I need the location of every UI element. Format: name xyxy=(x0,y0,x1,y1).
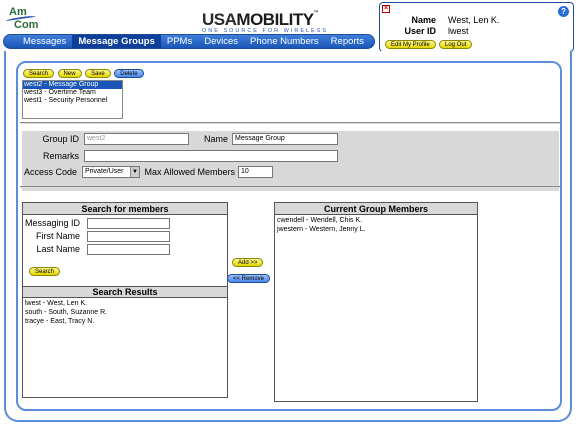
group-id-field: west2 xyxy=(84,133,189,145)
name-field[interactable]: Message Group xyxy=(232,133,338,145)
usa-logo-text-b: MOBILITY xyxy=(236,10,314,29)
nav-devices[interactable]: Devices xyxy=(198,35,244,48)
search-results-title: Search Results xyxy=(23,286,227,298)
list-item[interactable]: west1 - Security Personnel xyxy=(23,97,122,105)
access-code-label: Access Code xyxy=(23,167,77,177)
divider xyxy=(20,122,560,124)
list-item[interactable]: south - South, Suzanne R. xyxy=(25,308,227,317)
search-members-panel: Search for members Messaging ID First Na… xyxy=(22,202,228,398)
last-name-field[interactable] xyxy=(87,244,170,255)
help-icon[interactable]: ? xyxy=(558,6,569,17)
list-item[interactable]: west3 - Overtime Team xyxy=(23,89,122,97)
close-icon[interactable]: × xyxy=(382,5,390,13)
user-name-label: Name xyxy=(411,15,436,25)
main-nav: Messages Message Groups PPMs Devices Pho… xyxy=(3,34,375,49)
chevron-down-icon[interactable]: ▼ xyxy=(130,167,139,177)
remarks-label: Remarks xyxy=(42,151,79,161)
list-item[interactable]: cwendell - Wendell, Chis K. xyxy=(277,216,477,225)
delete-button[interactable]: Delete xyxy=(114,69,144,78)
max-members-field[interactable]: 10 xyxy=(238,166,273,178)
name-label: Name xyxy=(203,134,228,144)
access-code-select[interactable]: Private/User ▼ xyxy=(82,166,140,178)
list-item[interactable]: west2 - Message Group xyxy=(23,81,122,89)
search-button[interactable]: Search xyxy=(23,69,55,78)
group-list[interactable]: west2 - Message Group west3 - Overtime T… xyxy=(22,80,123,119)
nav-ppms[interactable]: PPMs xyxy=(161,35,198,48)
toolbar: Search New Save Delete xyxy=(23,67,145,78)
list-item[interactable]: tracye - East, Tracy N. xyxy=(25,317,227,326)
group-detail-form: Group ID west2 Name Message Group Remark… xyxy=(22,131,559,191)
list-item[interactable]: jwestern - Western, Jenny L. xyxy=(277,225,477,234)
amcom-logo: Am Com xyxy=(5,6,46,34)
remarks-field[interactable] xyxy=(84,150,338,162)
usamobility-logo: USAMOBILITY™ ONE SOURCE FOR WIRELESS xyxy=(202,10,352,36)
user-id-value: lwest xyxy=(448,26,469,36)
save-button[interactable]: Save xyxy=(85,69,111,78)
search-members-title: Search for members xyxy=(23,203,227,215)
messaging-id-field[interactable] xyxy=(87,218,170,229)
current-members-panel: Current Group Members cwendell - Wendell… xyxy=(274,202,478,402)
nav-messages[interactable]: Messages xyxy=(17,35,72,48)
search-results-list[interactable]: lwest - West, Len K. south - South, Suza… xyxy=(23,299,227,397)
current-members-list[interactable]: cwendell - Wendell, Chis K. jwestern - W… xyxy=(275,216,477,234)
member-search-button[interactable]: Search xyxy=(29,267,61,276)
first-name-label: First Name xyxy=(35,231,80,241)
amcom-logo-com: Com xyxy=(14,19,39,31)
user-id-label: User ID xyxy=(404,26,436,36)
user-info-box: × ? Name West, Len K. User ID lwest Edit… xyxy=(379,2,574,52)
divider xyxy=(20,186,560,188)
add-member-button[interactable]: Add >> xyxy=(232,258,264,267)
content-panel: Search New Save Delete west2 - Message G… xyxy=(16,61,562,411)
logout-button[interactable]: Log Out xyxy=(439,40,473,49)
usa-logo-text-a: USA xyxy=(202,10,237,29)
nav-reports[interactable]: Reports xyxy=(325,35,370,48)
messaging-id-label: Messaging ID xyxy=(24,218,80,228)
max-members-label: Max Allowed Members xyxy=(144,167,235,177)
current-members-title: Current Group Members xyxy=(275,203,477,215)
nav-phone-numbers[interactable]: Phone Numbers xyxy=(244,35,325,48)
list-item[interactable]: lwest - West, Len K. xyxy=(25,299,227,308)
new-button[interactable]: New xyxy=(57,69,82,78)
user-name-value: West, Len K. xyxy=(448,15,500,25)
last-name-label: Last Name xyxy=(36,244,80,254)
remove-member-button[interactable]: << Remove xyxy=(227,274,271,283)
access-code-value: Private/User xyxy=(85,168,124,175)
first-name-field[interactable] xyxy=(87,231,170,242)
nav-message-groups[interactable]: Message Groups xyxy=(72,35,161,48)
group-id-label: Group ID xyxy=(42,134,79,144)
edit-profile-button[interactable]: Edit My Profile xyxy=(385,40,436,49)
main-frame: Search New Save Delete west2 - Message G… xyxy=(4,51,572,422)
